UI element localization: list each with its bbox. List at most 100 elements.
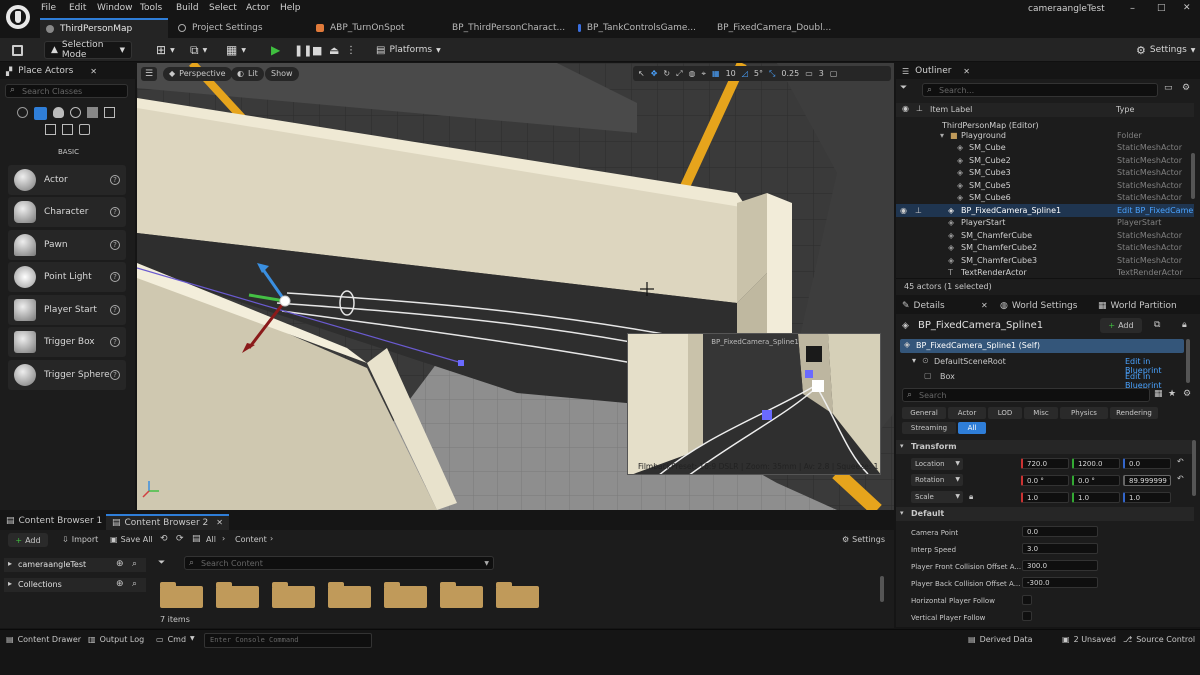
visibility-eye-icon[interactable]: ◉	[900, 206, 907, 215]
menu-select[interactable]: Select	[209, 3, 237, 13]
place-actor-pawn[interactable]: Pawn?	[8, 230, 126, 260]
settings-button[interactable]: ⚙ Settings ▼	[1130, 41, 1200, 59]
blueprint-options-icon[interactable]: ⧉	[1154, 320, 1160, 330]
rotation-z-field[interactable]: 89.999999 °	[1123, 475, 1171, 486]
place-actor-trigger-sphere[interactable]: Trigger Sphere?	[8, 360, 126, 390]
content-settings-button[interactable]: ⚙ Settings	[842, 535, 885, 544]
outliner-row[interactable]: ◈ SM_Cube6 StaticMeshActor	[896, 191, 1194, 204]
filter-misc[interactable]: Misc	[1024, 407, 1058, 419]
help-icon[interactable]: ?	[110, 305, 120, 315]
breadcrumb-content[interactable]: Content	[235, 535, 267, 544]
content-drawer-button[interactable]: ▤ Content Drawer	[6, 635, 81, 644]
lights-icon[interactable]	[53, 107, 64, 118]
unreal-logo-icon[interactable]	[6, 5, 30, 29]
menu-file[interactable]: File	[41, 3, 56, 13]
play-options-button[interactable]: ⋮	[340, 41, 362, 59]
help-icon[interactable]: ?	[110, 240, 120, 250]
grid-snap-value[interactable]: 10	[726, 69, 736, 78]
perspective-button[interactable]: ◆ Perspective	[163, 67, 232, 81]
platforms-button[interactable]: ▤ Platforms ▼	[370, 41, 447, 59]
outliner-item-type[interactable]: Edit BP_FixedCame	[1117, 206, 1193, 215]
filter-icon[interactable]: ⏷	[900, 83, 907, 93]
select-mode-icon[interactable]: ↖	[638, 69, 645, 78]
details-search-input[interactable]: ⌕ Search	[902, 388, 1150, 402]
outliner-row[interactable]: ◈ SM_Cube3 StaticMeshActor	[896, 166, 1194, 179]
menu-edit[interactable]: Edit	[69, 3, 86, 13]
output-log-button[interactable]: ▥ Output Log	[88, 635, 144, 644]
world-partition-tab[interactable]: ▦ World Partition	[1098, 301, 1177, 311]
outliner-row[interactable]: ◈ SM_Cube StaticMeshActor	[896, 141, 1194, 154]
outliner-row-selected[interactable]: ◉ ⊥ ◈ BP_FixedCamera_Spline1 Edit BP_FixedCa…	[896, 204, 1194, 217]
add-icon[interactable]: ⊕	[116, 559, 124, 569]
filter-rendering[interactable]: Rendering	[1110, 407, 1158, 419]
help-icon[interactable]: ?	[110, 370, 120, 380]
history-forward-icon[interactable]: ⟳	[176, 534, 184, 544]
rotation-snap-value[interactable]: 5°	[754, 69, 763, 78]
folder-icon[interactable]	[272, 582, 315, 608]
horizontal-follow-checkbox[interactable]	[1022, 595, 1032, 605]
menu-actor[interactable]: Actor	[246, 3, 270, 13]
outliner-row[interactable]: ◈ SM_ChamferCube StaticMeshActor	[896, 229, 1194, 242]
location-dropdown[interactable]: Location ▼	[911, 458, 963, 470]
import-button[interactable]: ⇩ Import	[62, 535, 98, 544]
rotate-icon[interactable]: ↻	[663, 69, 670, 78]
help-icon[interactable]: ?	[110, 272, 120, 282]
all-classes-icon[interactable]	[62, 124, 73, 135]
world-space-icon[interactable]: ◍	[689, 69, 696, 78]
folder-icon[interactable]	[496, 582, 539, 608]
cmd-dropdown[interactable]: ▭ Cmd ▼	[156, 635, 195, 644]
back-collision-offset-field[interactable]: -300.0	[1022, 577, 1098, 588]
filter-actor[interactable]: Actor	[948, 407, 986, 419]
location-z-field[interactable]: 0.0	[1123, 458, 1171, 469]
place-actor-trigger-box[interactable]: Trigger Box?	[8, 327, 126, 357]
console-input[interactable]: Enter Console Command	[204, 633, 372, 648]
settings-gear-icon[interactable]: ⚙	[1183, 389, 1191, 399]
content-browser-2-tab[interactable]: ▤ Content Browser 2 ✕	[106, 514, 229, 530]
scale-icon[interactable]: ⤢	[676, 69, 682, 79]
folder-icon[interactable]	[328, 582, 371, 608]
close-tab-icon[interactable]: ✕	[90, 67, 97, 76]
rotation-dropdown[interactable]: Rotation ▼	[911, 474, 963, 486]
close-tab-icon[interactable]: ✕	[216, 518, 223, 528]
scale-dropdown[interactable]: Scale ▼	[911, 491, 963, 503]
folder-icon[interactable]	[216, 582, 259, 608]
recent-icon[interactable]	[17, 107, 28, 118]
lit-button[interactable]: ◐ Lit	[231, 67, 264, 81]
camera-speed-value[interactable]: 3	[819, 69, 824, 78]
favorites-star-icon[interactable]: ★	[1168, 389, 1176, 399]
content-add-button[interactable]: + Add	[8, 533, 48, 547]
scale-x-field[interactable]: 1.0	[1021, 492, 1069, 503]
collections-header[interactable]: ▸ Collections ⊕ ⌕	[4, 578, 146, 592]
place-actor-point-light[interactable]: Point Light?	[8, 262, 126, 292]
rotation-snap-icon[interactable]: ◿	[742, 69, 748, 78]
camera-speed-icon[interactable]: ▭	[805, 69, 813, 78]
menu-help[interactable]: Help	[280, 3, 301, 13]
tab-bp-third-person-character[interactable]: BP_ThirdPersonCharact...	[440, 18, 570, 38]
expand-arrow-icon[interactable]: ▾	[940, 131, 944, 140]
filter-lod[interactable]: LOD	[988, 407, 1022, 419]
search-icon[interactable]: ⌕	[132, 579, 137, 589]
blueprints-button[interactable]: ⧉ ▼	[184, 41, 213, 59]
details-scrollbar[interactable]	[1192, 440, 1196, 496]
tab-bp-tank-controls[interactable]: BP_TankControlsGame...	[572, 18, 702, 38]
place-actor-player-start[interactable]: Player Start?	[8, 295, 126, 325]
content-browser-1-tab[interactable]: ▤ Content Browser 1	[6, 516, 102, 526]
viewport-menu-button[interactable]: ☰	[141, 67, 157, 81]
rotation-y-field[interactable]: 0.0 °	[1072, 475, 1120, 486]
lock-scale-icon[interactable]: 🔒︎	[969, 492, 973, 502]
location-y-field[interactable]: 1200.0	[1072, 458, 1120, 469]
outliner-row[interactable]: ▾ ■ Playground Folder	[896, 129, 1194, 142]
outliner-row[interactable]: ◈ SM_ChamferCube3 StaticMeshActor	[896, 254, 1194, 267]
settings-gear-icon[interactable]: ⚙	[1182, 83, 1190, 93]
add-component-button[interactable]: + Add	[1100, 318, 1142, 333]
interp-speed-field[interactable]: 3.0	[1022, 543, 1098, 554]
save-button[interactable]	[6, 41, 29, 59]
project-tree-header[interactable]: ▸ cameraangleTest ⊕ ⌕	[4, 558, 146, 572]
save-all-button[interactable]: ▣ Save All	[110, 535, 153, 544]
outliner-search-input[interactable]: ⌕ Search...	[922, 83, 1158, 97]
level-viewport[interactable]: ☰ ◆ Perspective ◐ Lit Show ↖ ✥ ↻ ⤢ ◍ ⌖ ▦ 1…	[137, 63, 894, 510]
folder-icon[interactable]	[384, 582, 427, 608]
lock-icon[interactable]: 🔒︎	[1182, 320, 1187, 330]
place-actor-character[interactable]: Character?	[8, 197, 126, 227]
search-classes-input[interactable]: ⌕ Search Classes	[5, 84, 128, 98]
